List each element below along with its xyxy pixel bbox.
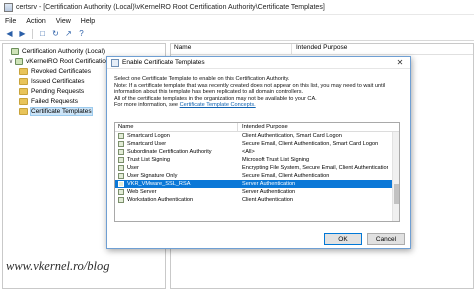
app-icon (4, 2, 13, 12)
template-purpose: Secure Email, Client Authentication, Sma… (242, 141, 379, 147)
template-name: Web Server (127, 189, 157, 195)
template-name: User Signature Only (127, 173, 178, 179)
details-header: Name Intended Purpose (171, 44, 473, 55)
scroll-thumb[interactable] (394, 184, 399, 204)
list-column-name[interactable]: Name (115, 123, 238, 132)
list-item[interactable]: User Signature Only Secure Email, Client… (115, 172, 399, 180)
window-title: certsrv - [Certification Authority (Loca… (16, 3, 325, 11)
list-item[interactable]: Smartcard User Secure Email, Client Auth… (115, 140, 399, 148)
template-name: Workstation Authentication (127, 197, 194, 203)
tree-item-label: Revoked Certificates (31, 67, 91, 75)
template-purpose: Server Authentication (242, 181, 296, 187)
description-line: information about this template has been… (114, 89, 304, 96)
tree-item-label: Certificate Templates (30, 106, 93, 116)
tree-root[interactable]: Certification Authority (Local) (3, 46, 165, 56)
template-purpose: Client Authentication, Smart Card Logon (242, 133, 342, 139)
tree-ca-label: vKernelRO Root Certification A (26, 57, 116, 65)
column-header-purpose[interactable]: Intended Purpose (292, 44, 347, 54)
description-line: Select one Certificate Template to enabl… (114, 76, 290, 82)
template-purpose: Microsoft Trust List Signing (242, 157, 310, 163)
template-name: User (127, 165, 139, 171)
template-purpose: <All> (242, 149, 255, 155)
template-concepts-link[interactable]: Certificate Template Concepts. (180, 102, 256, 108)
folder-icon (19, 67, 28, 75)
template-purpose: Secure Email, Client Authentication (242, 173, 330, 179)
help-icon[interactable]: ? (76, 28, 87, 39)
export-icon[interactable]: ↗ (63, 28, 74, 39)
template-name: VKR_VMware_SSL_RSA (127, 181, 191, 187)
cancel-button[interactable]: Cancel (367, 233, 405, 245)
list-scrollbar[interactable] (392, 132, 399, 221)
tree-root-label: Certification Authority (Local) (22, 47, 106, 55)
ok-button[interactable]: OK (324, 233, 362, 245)
enable-templates-dialog: Enable Certificate Templates ✕ Select on… (106, 56, 411, 249)
template-icon (118, 149, 124, 155)
back-icon[interactable]: ◀ (4, 28, 15, 39)
template-purpose: Encrypting File System, Secure Email, Cl… (242, 165, 388, 171)
tree-item-label: Issued Certificates (31, 77, 85, 85)
template-list[interactable]: Name Intended Purpose Smartcard Logon Cl… (114, 122, 400, 222)
more-info-line: For more information, see Certificate Te… (114, 102, 406, 109)
more-info-text: For more information, see (114, 102, 179, 109)
refresh-icon[interactable]: ↻ (50, 28, 61, 39)
title-bar: certsrv - [Certification Authority (Loca… (0, 0, 474, 15)
list-column-purpose[interactable]: Intended Purpose (238, 124, 288, 130)
folder-icon (19, 87, 28, 95)
dialog-title-bar: Enable Certificate Templates ✕ (107, 57, 410, 69)
folder-icon (19, 97, 28, 105)
description-line: All of the certificate templates in the … (114, 95, 317, 102)
template-purpose: Server Authentication (242, 189, 296, 195)
menu-bar: File Action View Help (0, 15, 474, 27)
column-header-name[interactable]: Name (171, 44, 292, 54)
template-icon (118, 181, 124, 187)
tree-item-label: Failed Requests (31, 97, 78, 105)
toolbar: ◀ ▶ □ ↻ ↗ ? (0, 27, 474, 41)
template-icon (118, 165, 124, 171)
list-item[interactable]: Trust List Signing Microsoft Trust List … (115, 156, 399, 164)
dialog-icon (111, 58, 119, 67)
list-item[interactable]: Workstation Authentication Client Authen… (115, 196, 399, 204)
toolbar-divider (32, 28, 33, 39)
template-icon (118, 133, 124, 139)
list-item[interactable]: Subordinate Certification Authority <All… (115, 148, 399, 156)
dialog-title: Enable Certificate Templates (122, 59, 205, 66)
list-header: Name Intended Purpose (115, 123, 399, 132)
template-purpose: Client Authentication (242, 197, 293, 203)
folder-icon (19, 107, 28, 115)
menu-view[interactable]: View (51, 18, 76, 25)
description-line: Note: If a certificate template that was… (114, 82, 386, 89)
close-icon[interactable]: ✕ (390, 57, 410, 69)
menu-help[interactable]: Help (76, 18, 100, 25)
template-name: Smartcard User (127, 141, 167, 147)
list-item-selected[interactable]: VKR_VMware_SSL_RSA Server Authentication (115, 180, 399, 188)
template-name: Subordinate Certification Authority (127, 149, 212, 155)
template-icon (118, 197, 124, 203)
folder-icon (19, 77, 28, 85)
ca-server-icon (15, 57, 23, 65)
up-folder-icon[interactable]: □ (37, 28, 48, 39)
certificate-authority-icon (11, 47, 19, 55)
dialog-description: Select one Certificate Template to enabl… (114, 76, 406, 109)
tree-item-label: Pending Requests (31, 87, 85, 95)
template-icon (118, 173, 124, 179)
template-name: Trust List Signing (127, 157, 171, 163)
template-name: Smartcard Logon (127, 133, 170, 139)
list-item[interactable]: User Encrypting File System, Secure Emai… (115, 164, 399, 172)
menu-action[interactable]: Action (21, 18, 50, 25)
blog-watermark: www.vkernel.ro/blog (6, 259, 110, 273)
forward-icon[interactable]: ▶ (17, 28, 28, 39)
menu-file[interactable]: File (0, 18, 21, 25)
template-icon (118, 189, 124, 195)
collapse-icon[interactable]: ∨ (7, 58, 15, 65)
template-icon (118, 157, 124, 163)
template-icon (118, 141, 124, 147)
list-item[interactable]: Smartcard Logon Client Authentication, S… (115, 132, 399, 140)
list-item[interactable]: Web Server Server Authentication (115, 188, 399, 196)
